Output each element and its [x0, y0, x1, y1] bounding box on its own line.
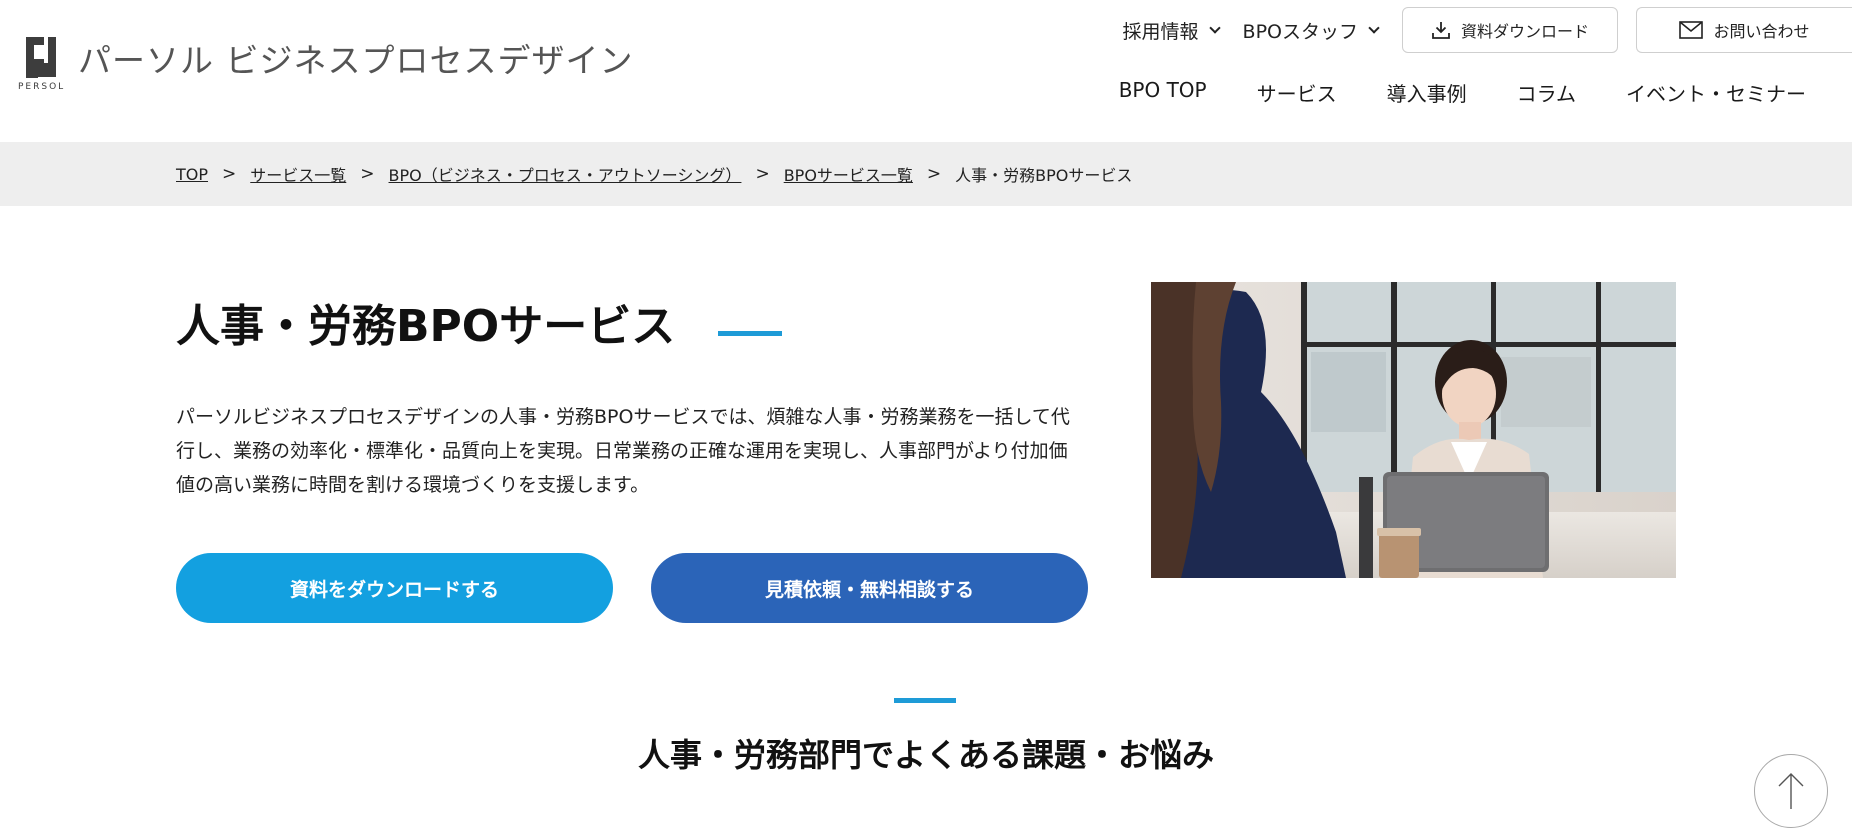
- nav-events-seminars[interactable]: イベント・セミナー: [1626, 78, 1806, 107]
- breadcrumb-separator: >: [360, 164, 375, 184]
- breadcrumb-service-list[interactable]: サービス一覧: [250, 162, 346, 186]
- page-title: 人事・労務BPOサービス: [176, 301, 676, 352]
- breadcrumb-top[interactable]: TOP: [176, 165, 208, 184]
- main-nav: BPO TOP サービス 導入事例 コラム イベント・セミナー: [1119, 78, 1806, 107]
- section-title: 人事・労務部門でよくある課題・お悩み: [637, 736, 1214, 774]
- hero-description: パーソルビジネスプロセスデザインの人事・労務BPOサービスでは、煩雑な人事・労務…: [176, 406, 1070, 496]
- download-cta-button[interactable]: 資料をダウンロードする: [176, 553, 613, 623]
- utility-bar: 採用情報 BPOスタッフ 資料ダウンロード お問い合わせ: [1123, 7, 1852, 53]
- breadcrumb: TOP > サービス一覧 > BPO（ビジネス・プロセス・アウトソーシング） >…: [176, 162, 1132, 186]
- nav-column[interactable]: コラム: [1517, 78, 1576, 107]
- consultation-cta-button[interactable]: 見積依頼・無料相談する: [651, 553, 1088, 623]
- logo[interactable]: PERSOL パーソル ビジネスプロセスデザイン: [18, 34, 633, 94]
- logo-company-name: パーソル ビジネスプロセスデザイン: [78, 41, 634, 80]
- mail-icon: [1679, 21, 1704, 39]
- consultation-cta-label: 見積依頼・無料相談する: [764, 578, 974, 601]
- util-menu-recruit-label: 採用情報: [1122, 20, 1199, 43]
- hero-photo: [1151, 282, 1676, 578]
- util-menu-recruit[interactable]: 採用情報: [1122, 17, 1221, 44]
- arrow-up-icon: [1778, 773, 1804, 809]
- contact-button[interactable]: お問い合わせ: [1636, 7, 1852, 53]
- logo-sub-text: PERSOL: [18, 82, 66, 92]
- chevron-down-icon: [1368, 21, 1380, 34]
- nav-case-studies[interactable]: 導入事例: [1387, 78, 1467, 107]
- util-menu-bpo-staff-label: BPOスタッフ: [1242, 20, 1358, 43]
- download-icon: [1432, 22, 1450, 39]
- site-header: PERSOL パーソル ビジネスプロセスデザイン 採用情報 BPOスタッフ 資料…: [0, 0, 1852, 142]
- breadcrumb-separator: >: [222, 164, 237, 184]
- download-materials-button[interactable]: 資料ダウンロード: [1402, 7, 1618, 53]
- util-menu-bpo-staff[interactable]: BPOスタッフ: [1242, 17, 1380, 44]
- breadcrumb-current: 人事・労務BPOサービス: [955, 166, 1133, 185]
- breadcrumb-separator: >: [755, 164, 770, 184]
- breadcrumb-separator: >: [926, 164, 942, 184]
- chevron-down-icon: [1208, 21, 1221, 34]
- download-materials-label: 資料ダウンロード: [1460, 22, 1589, 41]
- download-cta-label: 資料をダウンロードする: [289, 578, 499, 601]
- title-accent-line: [718, 331, 782, 336]
- contact-label: お問い合わせ: [1713, 22, 1810, 41]
- back-to-top-button[interactable]: [1754, 754, 1828, 828]
- breadcrumb-bar: TOP > サービス一覧 > BPO（ビジネス・プロセス・アウトソーシング） >…: [0, 142, 1852, 206]
- breadcrumb-bpo-service-list[interactable]: BPOサービス一覧: [784, 162, 913, 186]
- nav-bpo-top[interactable]: BPO TOP: [1119, 78, 1207, 107]
- breadcrumb-bpo[interactable]: BPO（ビジネス・プロセス・アウトソーシング）: [389, 162, 742, 186]
- section-accent-line: [894, 698, 956, 703]
- nav-services[interactable]: サービス: [1257, 78, 1337, 107]
